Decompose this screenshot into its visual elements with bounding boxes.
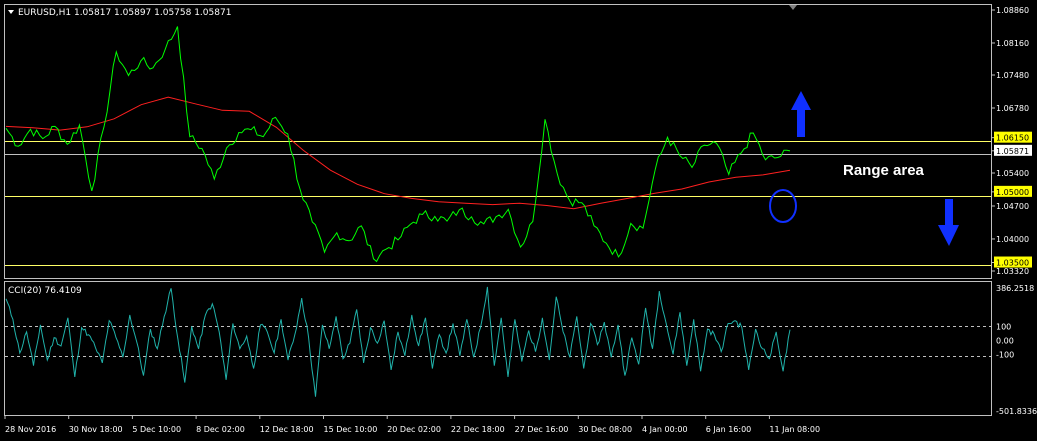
price-axis-label: 1.05000 bbox=[996, 188, 1029, 197]
price-axis-label: 1.03320 bbox=[996, 267, 1029, 276]
range-area-label[interactable]: Range area bbox=[843, 162, 925, 179]
time-axis-label: 28 Nov 2016 bbox=[5, 425, 56, 434]
time-axis-label: 5 Dec 10:00 bbox=[132, 425, 181, 434]
chart-canvas: Range area EURUSD,H1 1.05817 1.05897 1.0… bbox=[0, 0, 1037, 441]
price-axis-label: 1.08860 bbox=[996, 6, 1029, 15]
price-axis-label: 1.08160 bbox=[996, 39, 1029, 48]
price-axis-label: 1.05400 bbox=[996, 169, 1029, 178]
price-panel-header: EURUSD,H1 1.05817 1.05897 1.05758 1.0587… bbox=[18, 8, 231, 18]
time-axis-label: 30 Dec 08:00 bbox=[578, 425, 632, 434]
time-axis-label: 6 Jan 16:00 bbox=[706, 425, 752, 434]
cci-axis-label: -100 bbox=[996, 350, 1014, 359]
price-axis-label: 1.07480 bbox=[996, 71, 1029, 80]
cci-axis-label: 100 bbox=[996, 322, 1011, 331]
price-axis: 1.08860 1.08160 1.07480 1.06780 1.06150 1.058… bbox=[991, 6, 1032, 276]
time-axis-label: 20 Dec 02:00 bbox=[387, 425, 441, 434]
time-axis-label: 11 Jan 08:00 bbox=[769, 425, 820, 434]
price-axis-label: 1.06780 bbox=[996, 104, 1029, 113]
time-axis-label: 15 Dec 10:00 bbox=[324, 425, 378, 434]
price-axis-label: 1.04700 bbox=[996, 202, 1029, 211]
time-axis-label: 4 Jan 00:00 bbox=[642, 425, 688, 434]
time-axis-label: 27 Dec 16:00 bbox=[515, 425, 569, 434]
cci-axis-label: -501.8336 bbox=[996, 407, 1037, 416]
cci-axis-label: 386.2518 bbox=[996, 284, 1034, 293]
price-axis-label: 1.05871 bbox=[996, 147, 1029, 156]
chart-background bbox=[0, 0, 1037, 441]
cci-panel-header: CCI(20) 76.4109 bbox=[8, 286, 82, 296]
price-axis-label: 1.04000 bbox=[996, 235, 1029, 244]
time-axis-label: 30 Nov 18:00 bbox=[69, 425, 123, 434]
time-axis-label: 12 Dec 18:00 bbox=[260, 425, 314, 434]
time-axis-label: 22 Dec 18:00 bbox=[451, 425, 505, 434]
time-axis-label: 8 Dec 02:00 bbox=[196, 425, 245, 434]
cci-axis-label: 0.00 bbox=[996, 336, 1014, 345]
price-axis-label: 1.06150 bbox=[996, 134, 1029, 143]
